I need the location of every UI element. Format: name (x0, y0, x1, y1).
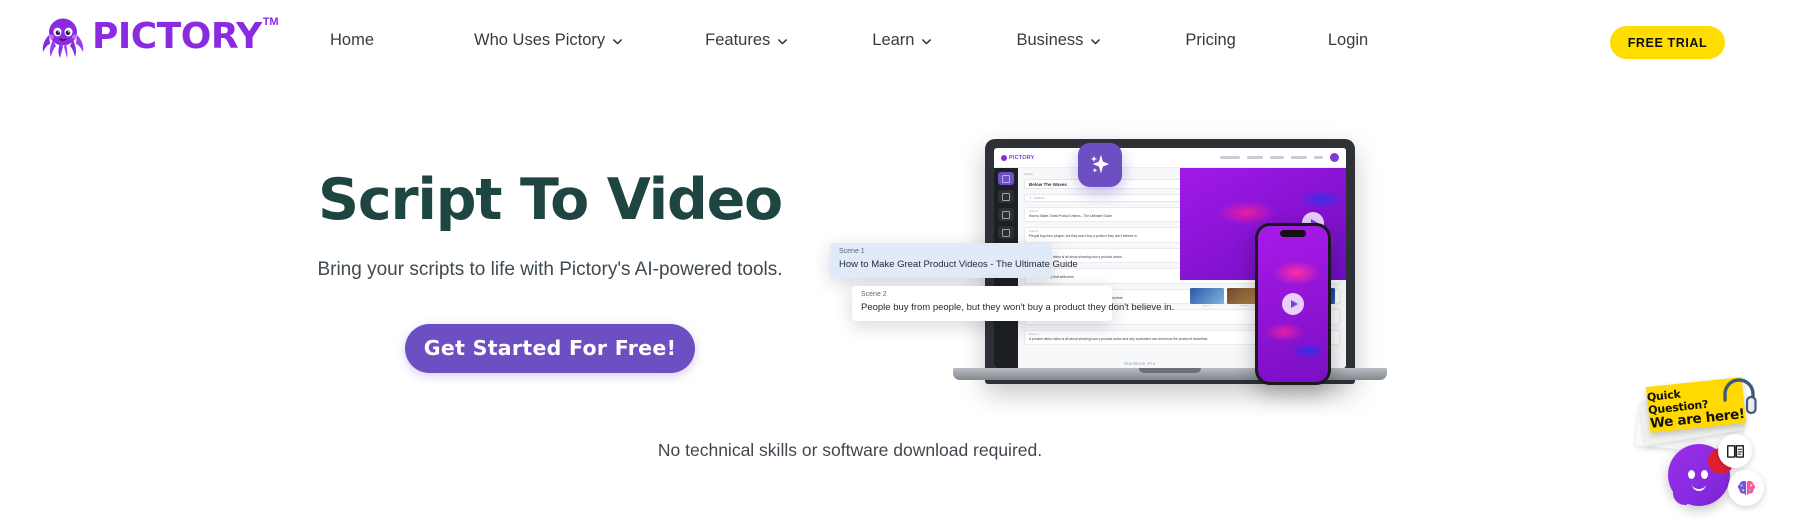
mascot-mouth (1692, 484, 1706, 491)
trademark-mark: TM (262, 16, 279, 28)
nav-label: Home (330, 30, 375, 49)
ai-sparkle-icon (1078, 143, 1122, 187)
thumbnail-caption: Scene 1 (1202, 305, 1212, 307)
hero-subtitle: Bring your scripts to life with Pictory'… (317, 259, 783, 281)
chat-widget[interactable]: Quick Question? We are here! (1635, 370, 1774, 512)
sidebar-item-visuals: Visuals (998, 190, 1014, 203)
site-header: PICTORY TM Home Who Uses Pictory Feature… (0, 0, 1800, 80)
app-logo: PICTORY (1001, 154, 1035, 161)
nav-item-home[interactable]: Home (330, 25, 374, 56)
home-icon (998, 172, 1014, 185)
brand-logo[interactable]: PICTORY TM (38, 13, 279, 65)
sidebar-item-brand: Brand (998, 226, 1014, 239)
brain-icon[interactable] (1728, 470, 1764, 506)
phone-mockup (1255, 223, 1331, 385)
laptop-model-label: MacBook Pro (1124, 361, 1156, 366)
nav-label: Login (1327, 30, 1369, 49)
nav-label: Learn (872, 30, 915, 49)
play-button-icon (1282, 293, 1304, 315)
nav-item-login[interactable]: Login (1328, 25, 1368, 56)
topbar-item (1314, 156, 1323, 159)
nav-item-who-uses-pictory[interactable]: Who Uses Pictory (474, 25, 623, 56)
pictory-landing-page: PICTORY TM Home Who Uses Pictory Feature… (0, 0, 1800, 520)
avatar (1330, 153, 1339, 162)
headset-icon (1720, 374, 1758, 418)
chevron-down-icon (921, 36, 932, 47)
nav-label: Features (705, 30, 771, 49)
nav-item-business[interactable]: Business (1016, 25, 1101, 56)
search-placeholder: Search... (1033, 196, 1048, 200)
sidebar-item-home: Home (998, 172, 1014, 185)
scene-callout-2: Scene 2 People buy from people, but they… (852, 286, 1175, 321)
chevron-down-icon (777, 36, 788, 47)
topbar-item (1270, 156, 1284, 159)
nav-item-pricing[interactable]: Pricing (1185, 25, 1235, 56)
topbar-item (1220, 156, 1240, 159)
chat-bubble-tail (1673, 491, 1687, 505)
hero-footnote-text: No technical skills or software download… (657, 440, 1043, 460)
nav-label: Who Uses Pictory (474, 30, 606, 49)
hero-product-mockup: PICTORY Home (830, 125, 1387, 395)
page-title: Script To Video (318, 167, 783, 233)
book-icon[interactable] (1718, 434, 1752, 468)
scene-callout-text: People buy from people, but they won't b… (861, 302, 1175, 313)
free-trial-button[interactable]: FREE TRIAL (1610, 26, 1725, 59)
scene-callout-number: Scene 1 (839, 248, 865, 255)
mascot-eye-left (1688, 470, 1695, 479)
main-navigation: Home Who Uses Pictory Features Learn Bus… (330, 0, 1368, 80)
sidebar-item-audio: Audio (998, 208, 1014, 221)
nav-item-features[interactable]: Features (705, 25, 788, 56)
phone-notch (1280, 230, 1306, 237)
audio-icon (998, 208, 1014, 221)
app-topbar: PICTORY (994, 148, 1346, 168)
brand-name: PICTORY (92, 16, 262, 57)
hero-footnote: No technical skills or software download… (0, 440, 1800, 461)
octopus-mascot-icon (38, 13, 88, 61)
mascot-eye-right (1701, 470, 1708, 479)
scene-callout-1: Scene 1 How to Make Great Product Videos… (830, 243, 1078, 278)
scene-callout-number: Scene 2 (861, 291, 887, 298)
thumbnail-item: Scene 1 (1190, 288, 1224, 307)
branding-icon (998, 226, 1014, 239)
chevron-down-icon (1090, 36, 1101, 47)
topbar-item (1291, 156, 1307, 159)
nav-item-learn[interactable]: Learn (872, 25, 932, 56)
hero-text-block: Script To Video Bring your scripts to li… (260, 170, 840, 373)
app-logo-text: PICTORY (1009, 154, 1035, 161)
scene-callout-text: How to Make Great Product Videos - The U… (839, 259, 1078, 270)
app-logo-icon (1001, 154, 1007, 161)
nav-label: Business (1016, 30, 1084, 49)
visuals-icon (998, 190, 1014, 203)
laptop-notch (1139, 368, 1201, 373)
search-icon: ⚲ (1029, 196, 1032, 200)
topbar-item (1247, 156, 1263, 159)
phone-screen (1258, 226, 1328, 382)
thumbnail-image (1190, 288, 1224, 304)
chevron-down-icon (612, 36, 623, 47)
get-started-button[interactable]: Get Started For Free! (405, 323, 695, 373)
nav-label: Pricing (1185, 30, 1236, 49)
app-topbar-actions (1220, 153, 1339, 162)
